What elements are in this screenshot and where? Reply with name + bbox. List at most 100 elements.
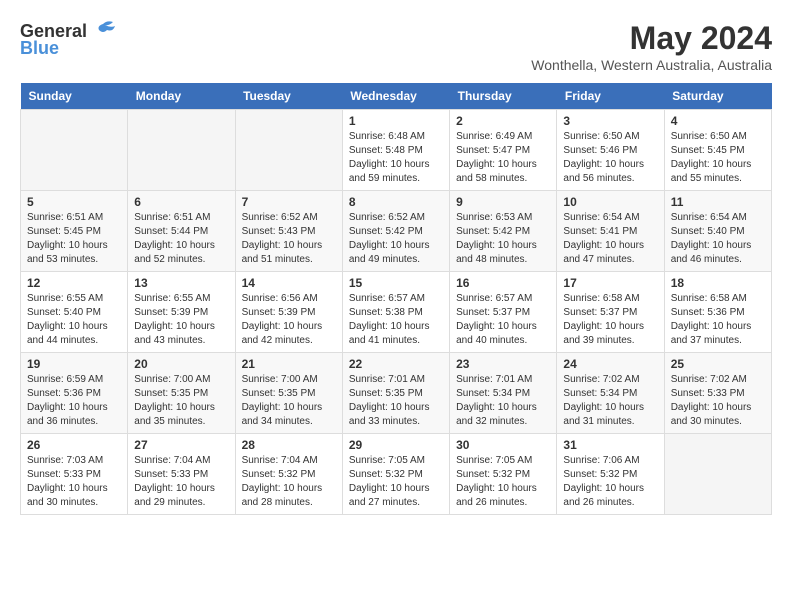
day-number: 13: [134, 276, 228, 290]
calendar-cell: 5 Sunrise: 6:51 AMSunset: 5:45 PMDayligh…: [21, 191, 128, 272]
day-detail: Sunrise: 6:57 AMSunset: 5:38 PMDaylight:…: [349, 292, 443, 348]
day-number: 22: [349, 357, 443, 371]
calendar-cell: 19 Sunrise: 6:59 AMSunset: 5:36 PMDaylig…: [21, 353, 128, 434]
calendar-week-row: 5 Sunrise: 6:51 AMSunset: 5:45 PMDayligh…: [21, 191, 772, 272]
calendar-cell: 4 Sunrise: 6:50 AMSunset: 5:45 PMDayligh…: [664, 110, 771, 191]
day-number: 25: [671, 357, 765, 371]
calendar-cell: 22 Sunrise: 7:01 AMSunset: 5:35 PMDaylig…: [342, 353, 449, 434]
calendar-cell: 17 Sunrise: 6:58 AMSunset: 5:37 PMDaylig…: [557, 272, 664, 353]
day-detail: Sunrise: 6:54 AMSunset: 5:41 PMDaylight:…: [563, 211, 657, 267]
calendar-cell: 18 Sunrise: 6:58 AMSunset: 5:36 PMDaylig…: [664, 272, 771, 353]
day-number: 11: [671, 195, 765, 209]
day-detail: Sunrise: 7:01 AMSunset: 5:34 PMDaylight:…: [456, 373, 550, 429]
day-number: 19: [27, 357, 121, 371]
day-number: 7: [242, 195, 336, 209]
logo-blue-text: Blue: [20, 38, 59, 59]
day-number: 2: [456, 114, 550, 128]
day-number: 3: [563, 114, 657, 128]
day-detail: Sunrise: 7:00 AMSunset: 5:35 PMDaylight:…: [242, 373, 336, 429]
calendar-week-row: 26 Sunrise: 7:03 AMSunset: 5:33 PMDaylig…: [21, 434, 772, 515]
day-detail: Sunrise: 7:00 AMSunset: 5:35 PMDaylight:…: [134, 373, 228, 429]
location-subtitle: Wonthella, Western Australia, Australia: [531, 57, 772, 73]
col-header-saturday: Saturday: [664, 83, 771, 110]
day-detail: Sunrise: 7:04 AMSunset: 5:32 PMDaylight:…: [242, 454, 336, 510]
calendar-cell: 30 Sunrise: 7:05 AMSunset: 5:32 PMDaylig…: [450, 434, 557, 515]
day-detail: Sunrise: 6:52 AMSunset: 5:42 PMDaylight:…: [349, 211, 443, 267]
day-number: 18: [671, 276, 765, 290]
calendar-cell: 1 Sunrise: 6:48 AMSunset: 5:48 PMDayligh…: [342, 110, 449, 191]
calendar-cell: 12 Sunrise: 6:55 AMSunset: 5:40 PMDaylig…: [21, 272, 128, 353]
calendar-cell: 28 Sunrise: 7:04 AMSunset: 5:32 PMDaylig…: [235, 434, 342, 515]
calendar-cell: 7 Sunrise: 6:52 AMSunset: 5:43 PMDayligh…: [235, 191, 342, 272]
calendar-cell: [664, 434, 771, 515]
day-number: 16: [456, 276, 550, 290]
day-detail: Sunrise: 6:55 AMSunset: 5:39 PMDaylight:…: [134, 292, 228, 348]
col-header-wednesday: Wednesday: [342, 83, 449, 110]
calendar-cell: 9 Sunrise: 6:53 AMSunset: 5:42 PMDayligh…: [450, 191, 557, 272]
day-number: 31: [563, 438, 657, 452]
day-detail: Sunrise: 7:02 AMSunset: 5:34 PMDaylight:…: [563, 373, 657, 429]
calendar-cell: 8 Sunrise: 6:52 AMSunset: 5:42 PMDayligh…: [342, 191, 449, 272]
calendar-cell: 15 Sunrise: 6:57 AMSunset: 5:38 PMDaylig…: [342, 272, 449, 353]
calendar-cell: 25 Sunrise: 7:02 AMSunset: 5:33 PMDaylig…: [664, 353, 771, 434]
day-detail: Sunrise: 6:51 AMSunset: 5:45 PMDaylight:…: [27, 211, 121, 267]
day-detail: Sunrise: 7:01 AMSunset: 5:35 PMDaylight:…: [349, 373, 443, 429]
calendar-cell: 10 Sunrise: 6:54 AMSunset: 5:41 PMDaylig…: [557, 191, 664, 272]
calendar-cell: 31 Sunrise: 7:06 AMSunset: 5:32 PMDaylig…: [557, 434, 664, 515]
day-detail: Sunrise: 6:59 AMSunset: 5:36 PMDaylight:…: [27, 373, 121, 429]
day-detail: Sunrise: 6:58 AMSunset: 5:37 PMDaylight:…: [563, 292, 657, 348]
col-header-sunday: Sunday: [21, 83, 128, 110]
day-detail: Sunrise: 6:58 AMSunset: 5:36 PMDaylight:…: [671, 292, 765, 348]
calendar-cell: 27 Sunrise: 7:04 AMSunset: 5:33 PMDaylig…: [128, 434, 235, 515]
calendar-cell: 20 Sunrise: 7:00 AMSunset: 5:35 PMDaylig…: [128, 353, 235, 434]
calendar-cell: 23 Sunrise: 7:01 AMSunset: 5:34 PMDaylig…: [450, 353, 557, 434]
calendar-cell: 14 Sunrise: 6:56 AMSunset: 5:39 PMDaylig…: [235, 272, 342, 353]
day-detail: Sunrise: 7:02 AMSunset: 5:33 PMDaylight:…: [671, 373, 765, 429]
calendar-cell: [21, 110, 128, 191]
calendar-cell: 29 Sunrise: 7:05 AMSunset: 5:32 PMDaylig…: [342, 434, 449, 515]
day-number: 8: [349, 195, 443, 209]
title-section: May 2024 Wonthella, Western Australia, A…: [531, 20, 772, 73]
day-number: 24: [563, 357, 657, 371]
day-number: 10: [563, 195, 657, 209]
day-number: 15: [349, 276, 443, 290]
calendar-cell: 3 Sunrise: 6:50 AMSunset: 5:46 PMDayligh…: [557, 110, 664, 191]
day-number: 20: [134, 357, 228, 371]
col-header-tuesday: Tuesday: [235, 83, 342, 110]
day-number: 12: [27, 276, 121, 290]
calendar-cell: [235, 110, 342, 191]
calendar-week-row: 12 Sunrise: 6:55 AMSunset: 5:40 PMDaylig…: [21, 272, 772, 353]
day-detail: Sunrise: 7:05 AMSunset: 5:32 PMDaylight:…: [349, 454, 443, 510]
logo: General Blue: [20, 20, 117, 59]
day-detail: Sunrise: 6:51 AMSunset: 5:44 PMDaylight:…: [134, 211, 228, 267]
calendar-cell: 13 Sunrise: 6:55 AMSunset: 5:39 PMDaylig…: [128, 272, 235, 353]
page-header: General Blue May 2024 Wonthella, Western…: [20, 20, 772, 73]
calendar-table: SundayMondayTuesdayWednesdayThursdayFrid…: [20, 83, 772, 515]
col-header-thursday: Thursday: [450, 83, 557, 110]
day-detail: Sunrise: 7:04 AMSunset: 5:33 PMDaylight:…: [134, 454, 228, 510]
day-number: 26: [27, 438, 121, 452]
day-detail: Sunrise: 6:50 AMSunset: 5:46 PMDaylight:…: [563, 130, 657, 186]
day-number: 21: [242, 357, 336, 371]
calendar-cell: 16 Sunrise: 6:57 AMSunset: 5:37 PMDaylig…: [450, 272, 557, 353]
day-number: 23: [456, 357, 550, 371]
col-header-monday: Monday: [128, 83, 235, 110]
day-detail: Sunrise: 7:06 AMSunset: 5:32 PMDaylight:…: [563, 454, 657, 510]
month-year-title: May 2024: [531, 20, 772, 57]
day-number: 29: [349, 438, 443, 452]
day-detail: Sunrise: 6:52 AMSunset: 5:43 PMDaylight:…: [242, 211, 336, 267]
day-detail: Sunrise: 6:49 AMSunset: 5:47 PMDaylight:…: [456, 130, 550, 186]
calendar-header-row: SundayMondayTuesdayWednesdayThursdayFrid…: [21, 83, 772, 110]
calendar-cell: [128, 110, 235, 191]
calendar-cell: 26 Sunrise: 7:03 AMSunset: 5:33 PMDaylig…: [21, 434, 128, 515]
calendar-week-row: 1 Sunrise: 6:48 AMSunset: 5:48 PMDayligh…: [21, 110, 772, 191]
day-detail: Sunrise: 6:54 AMSunset: 5:40 PMDaylight:…: [671, 211, 765, 267]
logo-bird-icon: [89, 20, 117, 42]
day-detail: Sunrise: 7:03 AMSunset: 5:33 PMDaylight:…: [27, 454, 121, 510]
calendar-week-row: 19 Sunrise: 6:59 AMSunset: 5:36 PMDaylig…: [21, 353, 772, 434]
day-detail: Sunrise: 6:55 AMSunset: 5:40 PMDaylight:…: [27, 292, 121, 348]
day-number: 28: [242, 438, 336, 452]
day-number: 30: [456, 438, 550, 452]
day-number: 17: [563, 276, 657, 290]
calendar-cell: 2 Sunrise: 6:49 AMSunset: 5:47 PMDayligh…: [450, 110, 557, 191]
